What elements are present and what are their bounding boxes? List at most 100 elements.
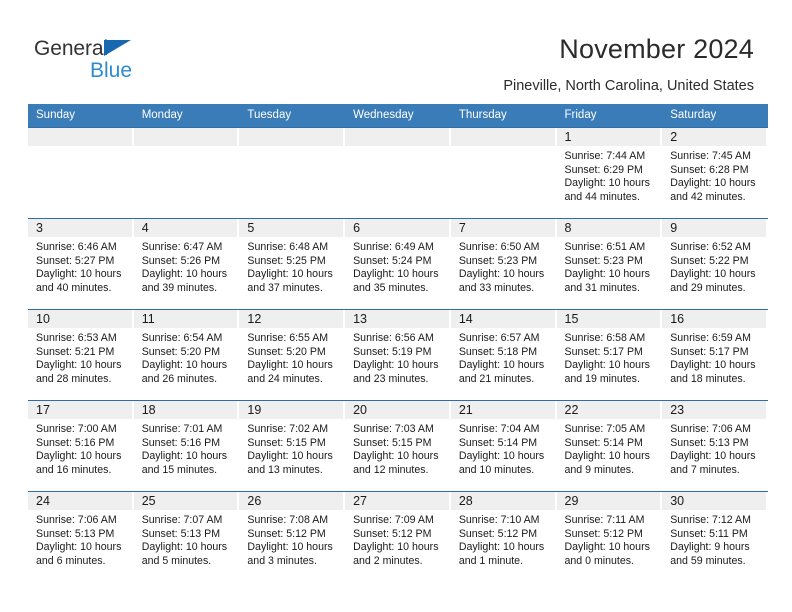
day-cell-content: 12 Sunrise: 6:55 AM Sunset: 5:20 PM Dayligh… [239, 310, 345, 400]
day-number: 1 [556, 128, 661, 146]
day-cell-content: 25 Sunrise: 7:07 AM Sunset: 5:13 PM Dayligh… [133, 492, 240, 582]
sunset-text: Sunset: 5:24 PM [353, 254, 432, 267]
day-number: 15 [556, 310, 661, 328]
day-cell-content: 1 Sunrise: 7:44 AM Sunset: 6:29 PM Daylight… [556, 128, 663, 218]
calendar-day-cell[interactable]: 25 Sunrise: 7:07 AM Sunset: 5:13 PM Dayligh… [133, 491, 240, 582]
daylight-text: Daylight: 10 hours and 10 minutes. [458, 450, 545, 476]
sunset-text: Sunset: 5:18 PM [458, 345, 538, 358]
calendar-day-cell[interactable]: 16 Sunrise: 6:59 AM Sunset: 5:17 PM Dayligh… [662, 309, 768, 401]
sunrise-text: Sunrise: 6:50 AM [458, 241, 540, 253]
calendar-day-cell [133, 127, 240, 219]
sunset-text: Sunset: 5:19 PM [353, 345, 432, 358]
day-sun-info: Sunrise: 6:47 AM Sunset: 5:26 PM Daylight:… [134, 237, 240, 295]
sunset-text: Sunset: 5:16 PM [36, 436, 115, 449]
sunrise-text: Sunrise: 7:06 AM [36, 514, 117, 526]
general-blue-logo: General Blue [34, 38, 244, 86]
calendar-day-cell[interactable]: 3 Sunrise: 6:46 AM Sunset: 5:27 PM Daylight… [28, 218, 134, 310]
calendar-day-cell[interactable]: 23 Sunrise: 7:06 AM Sunset: 5:13 PM Dayligh… [662, 400, 768, 492]
daylight-text: Daylight: 10 hours and 2 minutes. [353, 541, 439, 567]
daylight-text: Daylight: 10 hours and 39 minutes. [141, 268, 228, 294]
daylight-text: Daylight: 10 hours and 28 minutes. [36, 359, 122, 385]
calendar-day-cell[interactable]: 24 Sunrise: 7:06 AM Sunset: 5:13 PM Dayligh… [28, 491, 134, 582]
calendar-day-cell[interactable]: 11 Sunrise: 6:54 AM Sunset: 5:20 PM Dayligh… [133, 309, 240, 401]
sunrise-text: Sunrise: 7:45 AM [670, 150, 751, 162]
day-sun-info: Sunrise: 7:08 AM Sunset: 5:12 PM Daylight:… [239, 510, 345, 568]
day-cell-content: 19 Sunrise: 7:02 AM Sunset: 5:15 PM Dayligh… [239, 401, 345, 491]
daylight-text: Daylight: 10 hours and 6 minutes. [36, 541, 122, 567]
calendar-day-cell[interactable]: 8 Sunrise: 6:51 AM Sunset: 5:23 PM Daylight… [556, 218, 663, 310]
calendar-day-cell[interactable]: 19 Sunrise: 7:02 AM Sunset: 5:15 PM Dayligh… [239, 400, 346, 492]
calendar-day-cell[interactable]: 10 Sunrise: 6:53 AM Sunset: 5:21 PM Dayligh… [28, 309, 134, 401]
calendar-day-cell[interactable]: 9 Sunrise: 6:52 AM Sunset: 5:22 PM Daylight… [662, 218, 768, 310]
day-sun-info: Sunrise: 7:06 AM Sunset: 5:13 PM Daylight:… [28, 510, 134, 568]
calendar-day-cell[interactable]: 5 Sunrise: 6:48 AM Sunset: 5:25 PM Daylight… [239, 218, 346, 310]
calendar-day-cell[interactable]: 27 Sunrise: 7:09 AM Sunset: 5:12 PM Dayligh… [345, 491, 451, 582]
daylight-text: Daylight: 10 hours and 31 minutes. [564, 268, 650, 294]
sunrise-text: Sunrise: 7:44 AM [564, 150, 646, 162]
calendar-day-cell[interactable]: 26 Sunrise: 7:08 AM Sunset: 5:12 PM Dayligh… [239, 491, 346, 582]
day-cell-content [345, 128, 451, 218]
day-cell-content: 22 Sunrise: 7:05 AM Sunset: 5:14 PM Dayligh… [556, 401, 663, 491]
calendar-day-cell[interactable]: 1 Sunrise: 7:44 AM Sunset: 6:29 PM Daylight… [556, 127, 663, 219]
calendar-day-cell [28, 127, 134, 219]
day-cell-content: 13 Sunrise: 6:56 AM Sunset: 5:19 PM Dayligh… [345, 310, 451, 400]
sunrise-text: Sunrise: 6:53 AM [36, 332, 117, 344]
sunrise-text: Sunrise: 7:10 AM [458, 514, 540, 526]
day-sun-info: Sunrise: 7:07 AM Sunset: 5:13 PM Daylight:… [134, 510, 240, 568]
sunset-text: Sunset: 5:14 PM [458, 436, 538, 449]
day-number: 28 [450, 492, 555, 510]
calendar-day-cell[interactable]: 29 Sunrise: 7:11 AM Sunset: 5:12 PM Dayligh… [556, 491, 663, 582]
day-number: 24 [28, 492, 132, 510]
sunset-text: Sunset: 6:29 PM [564, 163, 643, 176]
sunset-text: Sunset: 5:17 PM [564, 345, 643, 358]
sunset-text: Sunset: 5:16 PM [141, 436, 221, 449]
calendar-day-cell[interactable]: 17 Sunrise: 7:00 AM Sunset: 5:16 PM Dayligh… [28, 400, 134, 492]
sunset-text: Sunset: 5:13 PM [36, 527, 115, 540]
calendar-day-cell[interactable]: 18 Sunrise: 7:01 AM Sunset: 5:16 PM Dayligh… [133, 400, 240, 492]
logo-text-blue: Blue [90, 59, 133, 82]
calendar-day-cell [239, 127, 346, 219]
day-sun-info: Sunrise: 7:44 AM Sunset: 6:29 PM Daylight:… [557, 146, 663, 204]
calendar-day-cell[interactable]: 13 Sunrise: 6:56 AM Sunset: 5:19 PM Dayligh… [345, 309, 451, 401]
calendar-day-cell[interactable]: 20 Sunrise: 7:03 AM Sunset: 5:15 PM Dayligh… [345, 400, 451, 492]
daylight-text: Daylight: 10 hours and 29 minutes. [670, 268, 756, 294]
day-number: 4 [133, 219, 238, 237]
calendar-day-cell[interactable]: 28 Sunrise: 7:10 AM Sunset: 5:12 PM Dayligh… [450, 491, 557, 582]
day-sun-info: Sunrise: 6:51 AM Sunset: 5:23 PM Daylight:… [557, 237, 663, 295]
day-number: 9 [662, 219, 766, 237]
day-cell-content: 17 Sunrise: 7:00 AM Sunset: 5:16 PM Dayligh… [28, 401, 134, 491]
day-cell-content: 23 Sunrise: 7:06 AM Sunset: 5:13 PM Dayligh… [662, 401, 768, 491]
logo-text-general: General [34, 37, 109, 60]
sunrise-text: Sunrise: 6:47 AM [141, 241, 223, 253]
calendar-day-cell[interactable]: 7 Sunrise: 6:50 AM Sunset: 5:23 PM Daylight… [450, 218, 557, 310]
calendar-day-cell[interactable]: 6 Sunrise: 6:49 AM Sunset: 5:24 PM Daylight… [345, 218, 451, 310]
calendar-day-cell[interactable]: 22 Sunrise: 7:05 AM Sunset: 5:14 PM Dayligh… [556, 400, 663, 492]
day-sun-info: Sunrise: 7:12 AM Sunset: 5:11 PM Daylight:… [662, 510, 768, 568]
sunrise-text: Sunrise: 6:55 AM [247, 332, 329, 344]
calendar-day-cell[interactable]: 15 Sunrise: 6:58 AM Sunset: 5:17 PM Dayligh… [556, 309, 663, 401]
calendar-day-cell[interactable]: 14 Sunrise: 6:57 AM Sunset: 5:18 PM Dayligh… [450, 309, 557, 401]
day-cell-content: 16 Sunrise: 6:59 AM Sunset: 5:17 PM Dayligh… [662, 310, 768, 400]
daylight-text: Daylight: 10 hours and 19 minutes. [564, 359, 650, 385]
sunset-text: Sunset: 5:14 PM [564, 436, 643, 449]
daylight-text: Daylight: 10 hours and 42 minutes. [670, 177, 756, 203]
day-cell-content: 14 Sunrise: 6:57 AM Sunset: 5:18 PM Dayligh… [450, 310, 557, 400]
calendar-week-row: 3 Sunrise: 6:46 AM Sunset: 5:27 PM Daylight… [28, 218, 768, 310]
day-sun-info: Sunrise: 7:45 AM Sunset: 6:28 PM Daylight:… [662, 146, 768, 204]
calendar-day-cell[interactable]: 30 Sunrise: 7:12 AM Sunset: 5:11 PM Dayligh… [662, 491, 768, 582]
sunset-text: Sunset: 5:12 PM [353, 527, 432, 540]
day-number: 18 [133, 401, 238, 419]
day-cell-content: 30 Sunrise: 7:12 AM Sunset: 5:11 PM Dayligh… [662, 492, 768, 582]
day-cell-content [450, 128, 557, 218]
day-cell-content: 15 Sunrise: 6:58 AM Sunset: 5:17 PM Dayligh… [556, 310, 663, 400]
day-number: 30 [662, 492, 766, 510]
calendar-day-cell[interactable]: 21 Sunrise: 7:04 AM Sunset: 5:14 PM Dayligh… [450, 400, 557, 492]
sunrise-text: Sunrise: 7:07 AM [141, 514, 223, 526]
day-number: 25 [133, 492, 238, 510]
calendar-day-cell[interactable]: 12 Sunrise: 6:55 AM Sunset: 5:20 PM Dayligh… [239, 309, 346, 401]
calendar-day-cell[interactable]: 2 Sunrise: 7:45 AM Sunset: 6:28 PM Daylight… [662, 127, 768, 219]
calendar-day-cell[interactable]: 4 Sunrise: 6:47 AM Sunset: 5:26 PM Daylight… [133, 218, 240, 310]
sunrise-text: Sunrise: 7:04 AM [458, 423, 540, 435]
sunset-text: Sunset: 5:15 PM [247, 436, 326, 449]
day-sun-info: Sunrise: 6:54 AM Sunset: 5:20 PM Daylight:… [134, 328, 240, 386]
